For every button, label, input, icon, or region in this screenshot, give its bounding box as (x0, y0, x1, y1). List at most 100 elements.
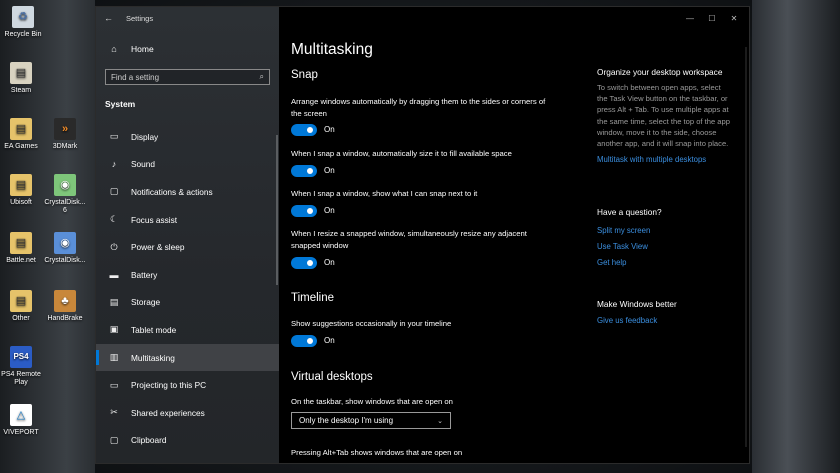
page-title: Multitasking (291, 41, 373, 58)
snap-setting-arrange-label: Arrange windows automatically by draggin… (291, 97, 546, 118)
task-view-link[interactable]: Use Task View (597, 241, 732, 252)
storage-icon: ▤ (109, 296, 119, 307)
desktop-icon-ps4-remote-play[interactable]: PS4 PS4 Remote Play (0, 346, 44, 387)
desktop-icon-ubisoft[interactable]: ▤ Ubisoft (0, 174, 44, 207)
power-icon: ⏻ (110, 241, 118, 252)
nav-home-label: Home (131, 44, 154, 54)
multitasking-icon: ▥ (109, 352, 119, 363)
desktop-icon-crystaldisk[interactable]: ◉ CrystalDisk... (42, 232, 88, 265)
viveport-icon: △ (10, 404, 32, 426)
desktop-icon-handbrake[interactable]: ♣ HandBrake (42, 290, 88, 323)
minimize-button[interactable]: — (679, 10, 701, 26)
desktop-icon-ea-games[interactable]: ▤ EA Games (0, 118, 44, 151)
content-scrollbar[interactable] (745, 47, 747, 447)
snap-fill-state: On (324, 166, 335, 175)
title-bar: ← Settings (96, 7, 279, 29)
snap-resize-state: On (324, 258, 335, 267)
snap-arrange-toggle[interactable] (291, 124, 317, 136)
wallpaper-stripe (752, 0, 840, 473)
nav-home[interactable]: ⌂ Home (105, 44, 154, 54)
timeline-suggestions-toggle[interactable] (291, 335, 317, 347)
get-help-link[interactable]: Get help (597, 257, 732, 268)
taskbar-windows-value: Only the desktop I'm using (299, 416, 394, 425)
taskbar-windows-label: On the taskbar, show windows that are op… (291, 397, 453, 406)
sidebar-item-storage[interactable]: ▤ Storage (96, 289, 279, 317)
crystaldisk-icon: ◉ (54, 232, 76, 254)
snap-setting-fill-label: When I snap a window, automatically size… (291, 149, 512, 158)
shared-icon: ✂ (110, 407, 118, 418)
organize-heading: Organize your desktop workspace (597, 67, 723, 77)
steam-icon: ▤ (10, 62, 32, 84)
desktop-icon-viveport[interactable]: △ VIVEPORT (0, 404, 44, 437)
sound-icon: ♪ (111, 159, 117, 170)
folder-icon: ▤ (10, 232, 32, 254)
snap-fill-toggle[interactable] (291, 165, 317, 177)
settings-nav-pane: ← Settings ⌂ Home Find a setting ⌕ Syste… (96, 7, 279, 463)
taskbar-windows-dropdown[interactable]: Only the desktop I'm using ⌄ (291, 412, 451, 429)
notifications-icon: ▢ (109, 186, 119, 197)
search-input[interactable]: Find a setting ⌕ (105, 69, 270, 85)
sidebar-item-display[interactable]: ▭ Display (96, 123, 279, 151)
nav-section-title: System (105, 99, 136, 109)
sidebar-item-sound[interactable]: ♪ Sound (96, 151, 279, 179)
sidebar-item-focus-assist[interactable]: ☾ Focus assist (96, 206, 279, 234)
info-panel: Organize your desktop workspace To switc… (597, 67, 732, 165)
snap-arrange-state: On (324, 125, 335, 134)
timeline-suggestions-state: On (324, 336, 335, 345)
sidebar-item-shared-experiences[interactable]: ✂ Shared experiences (96, 399, 279, 427)
home-icon: ⌂ (111, 44, 117, 54)
snap-heading: Snap (291, 69, 318, 81)
window-controls: — ☐ ✕ (679, 10, 745, 26)
battery-icon: ▬ (109, 269, 119, 280)
chevron-down-icon: ⌄ (437, 417, 443, 425)
snap-resize-toggle[interactable] (291, 257, 317, 269)
sidebar-item-battery[interactable]: ▬ Battery (96, 261, 279, 289)
feedback-panel: Make Windows better Give us feedback (597, 299, 732, 326)
organize-text: To switch between open apps, select the … (597, 83, 730, 149)
desktop-icon-battle-net[interactable]: ▤ Battle.net (0, 232, 44, 265)
snap-show-next-state: On (324, 206, 335, 215)
alttab-windows-label: Pressing Alt+Tab shows windows that are … (291, 448, 463, 457)
maximize-button[interactable]: ☐ (701, 10, 723, 26)
tablet-icon: ▣ (109, 324, 119, 335)
snap-setting-show-next-label: When I snap a window, show what I can sn… (291, 189, 478, 198)
sidebar-item-notifications[interactable]: ▢ Notifications & actions (96, 178, 279, 206)
nav-scrollbar[interactable] (276, 135, 278, 285)
feedback-link[interactable]: Give us feedback (597, 315, 732, 326)
better-heading: Make Windows better (597, 299, 677, 309)
timeline-suggestions-label: Show suggestions occasionally in your ti… (291, 319, 452, 328)
display-icon: ▭ (109, 131, 119, 142)
recycle-bin-icon: ♻ (12, 6, 34, 28)
close-button[interactable]: ✕ (723, 10, 745, 26)
handbrake-icon: ♣ (54, 290, 76, 312)
folder-icon: ▤ (10, 290, 32, 312)
back-arrow-icon[interactable]: ← (96, 13, 116, 23)
toggle-knob (307, 168, 313, 174)
ps4-icon: PS4 (10, 346, 32, 368)
desktop-icon-3dmark[interactable]: » 3DMark (42, 118, 88, 151)
snap-show-next-toggle[interactable] (291, 205, 317, 217)
search-placeholder: Find a setting (111, 72, 160, 82)
question-heading: Have a question? (597, 207, 662, 217)
desktop-icon-crystaldisk-6[interactable]: ◉ CrystalDisk... 6 (42, 174, 88, 215)
virtual-desktops-heading: Virtual desktops (291, 371, 373, 383)
sidebar-item-tablet-mode[interactable]: ▣ Tablet mode (96, 316, 279, 344)
moon-icon: ☾ (109, 214, 119, 225)
split-screen-link[interactable]: Split my screen (597, 225, 732, 236)
toggle-knob (307, 260, 313, 266)
multiple-desktops-link[interactable]: Multitask with multiple desktops (597, 154, 732, 165)
sidebar-item-clipboard[interactable]: ▢ Clipboard (96, 427, 279, 455)
toggle-knob (307, 208, 313, 214)
sidebar-item-power-sleep[interactable]: ⏻ Power & sleep (96, 233, 279, 261)
desktop-icon-recycle-bin[interactable]: ♻ Recycle Bin (0, 6, 46, 39)
sidebar-item-projecting[interactable]: ▭ Projecting to this PC (96, 371, 279, 399)
crystaldisk-icon: ◉ (54, 174, 76, 196)
projector-icon: ▭ (109, 379, 119, 390)
search-icon: ⌕ (259, 72, 264, 81)
sidebar-item-multitasking[interactable]: ▥ Multitasking (96, 343, 279, 372)
settings-window: ← Settings ⌂ Home Find a setting ⌕ Syste… (95, 6, 750, 464)
desktop-icon-other[interactable]: ▤ Other (0, 290, 44, 323)
snap-setting-resize-label: When I resize a snapped window, simultan… (291, 229, 527, 250)
desktop-icon-steam[interactable]: ▤ Steam (0, 62, 44, 95)
toggle-knob (307, 127, 313, 133)
